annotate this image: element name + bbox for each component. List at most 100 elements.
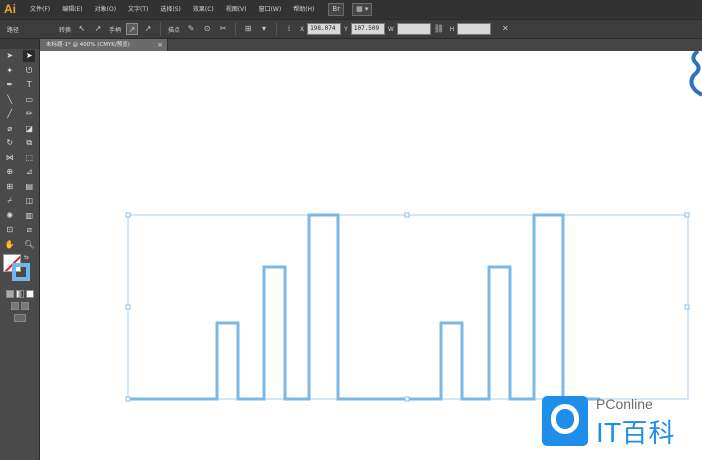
type-tool-icon[interactable]: T xyxy=(23,79,35,91)
column-graph-tool-icon[interactable]: ▥ xyxy=(23,210,35,222)
y-field[interactable]: 107.509 xyxy=(350,23,385,35)
bbox-handle[interactable] xyxy=(684,212,690,218)
slice-tool-icon[interactable]: ⧄ xyxy=(23,224,35,236)
hand-tool-icon[interactable]: ✋ xyxy=(4,239,16,251)
menu-object[interactable]: 对象(O) xyxy=(89,0,122,19)
tools-panel-header[interactable] xyxy=(0,39,39,49)
show-handles-icon[interactable]: ↗ xyxy=(126,23,139,35)
menu-effect[interactable]: 效果(C) xyxy=(187,0,220,19)
app-logo: Ai xyxy=(4,2,16,16)
stroke-swatch[interactable] xyxy=(12,263,30,281)
bbox-handle[interactable] xyxy=(404,396,410,402)
draw-normal-icon[interactable] xyxy=(10,302,19,310)
rectangle-tool-icon[interactable]: ▭ xyxy=(23,94,35,106)
rotate-tool-icon[interactable]: ↻ xyxy=(4,137,16,149)
convert-corner-icon[interactable]: ↖ xyxy=(76,23,88,35)
bounding-box[interactable] xyxy=(127,214,689,400)
tool-row: ╱ ✏ xyxy=(0,107,39,122)
swap-fill-stroke-icon[interactable]: ⇆ xyxy=(24,254,29,261)
constrain-proportions-icon[interactable]: ⛓ xyxy=(433,23,445,35)
fill-stroke-swatches: ⇆ xyxy=(0,252,39,288)
transform-icon[interactable]: ▾ xyxy=(258,23,270,35)
tool-row: ╲ ▭ xyxy=(0,93,39,108)
eyedropper-tool-icon[interactable]: ⌿ xyxy=(4,195,16,207)
menu-help[interactable]: 帮助(H) xyxy=(287,0,320,19)
tool-row: ⊞ ▤ xyxy=(0,180,39,195)
isolate-icon[interactable]: ✕ xyxy=(499,23,511,35)
anchor-point-label: 描点 xyxy=(168,26,181,34)
bridge-button[interactable]: Br xyxy=(328,3,345,16)
watermark-product: IT百科 xyxy=(596,419,676,449)
width-tool-icon[interactable]: ⋈ xyxy=(4,152,16,164)
separator xyxy=(160,22,162,36)
menu-window[interactable]: 窗口(W) xyxy=(253,0,288,19)
cut-path-icon[interactable]: ✂ xyxy=(217,23,229,35)
gradient-mode-icon[interactable] xyxy=(15,290,24,298)
pen-tool-icon[interactable]: ✒ xyxy=(4,79,16,91)
close-tab-icon[interactable]: × xyxy=(157,39,163,51)
y-label: Y xyxy=(344,25,348,33)
x-label: X xyxy=(300,25,305,33)
hide-handles-icon[interactable]: ↗ xyxy=(142,23,154,35)
document-tab-title: 未标题-1* @ 400% (CMYK/预览) xyxy=(46,42,130,48)
tools-panel: ➤ ➤ ✦ ᘎ ✒ T ╲ ▭ ╱ ✏ ⌀ ◪ ↻ ⧉ ⋈ ⬚ ⊕ ⊿ ⊞ ▤ … xyxy=(0,39,40,460)
watermark-brand: PConline xyxy=(596,396,653,412)
handle-label: 手柄 xyxy=(109,26,122,34)
lasso-tool-icon[interactable]: ᘎ xyxy=(23,65,35,77)
scale-tool-icon[interactable]: ⧉ xyxy=(23,137,35,149)
magic-wand-tool-icon[interactable]: ✦ xyxy=(4,65,16,77)
menu-view[interactable]: 视图(V) xyxy=(220,0,253,19)
pconline-watermark: PConline IT百科 xyxy=(542,394,694,450)
color-mode-icon[interactable] xyxy=(5,290,14,298)
line-tool-icon[interactable]: ╲ xyxy=(4,94,16,106)
zoom-tool-icon[interactable]: 🔍︎ xyxy=(23,239,35,251)
bbox-handle[interactable] xyxy=(125,212,131,218)
bbox-handle[interactable] xyxy=(125,304,131,310)
convert-smooth-icon[interactable]: ↗ xyxy=(92,23,104,35)
perspective-grid-tool-icon[interactable]: ⊿ xyxy=(23,166,35,178)
none-mode-icon[interactable] xyxy=(25,290,34,298)
tool-row: ✋ 🔍︎ xyxy=(0,238,39,253)
menu-select[interactable]: 选择(S) xyxy=(154,0,187,19)
mesh-tool-icon[interactable]: ⊞ xyxy=(4,181,16,193)
eraser-tool-icon[interactable]: ◪ xyxy=(23,123,35,135)
bbox-handle[interactable] xyxy=(125,396,131,402)
bar-path-left[interactable] xyxy=(128,213,353,401)
bbox-handle[interactable] xyxy=(684,304,690,310)
draw-behind-icon[interactable] xyxy=(20,302,29,310)
blend-tool-icon[interactable]: ◫ xyxy=(23,195,35,207)
align-icon[interactable]: ⊞ xyxy=(242,23,254,35)
direct-selection-tool-icon[interactable]: ➤ xyxy=(23,50,36,63)
selection-tool-icon[interactable]: ➤ xyxy=(4,50,16,62)
pencil-tool-icon[interactable]: ✏ xyxy=(23,108,35,120)
free-transform-tool-icon[interactable]: ⬚ xyxy=(23,152,35,164)
tool-row: ⋈ ⬚ xyxy=(0,151,39,166)
tool-row: ✒ T xyxy=(0,78,39,93)
document-tab[interactable]: 未标题-1* @ 400% (CMYK/预览) × xyxy=(40,39,168,51)
bbox-handle[interactable] xyxy=(404,212,410,218)
blob-brush-tool-icon[interactable]: ⌀ xyxy=(4,123,16,135)
control-bar: 路径 转换 ↖ ↗ 手柄 ↗ ↗ 描点 ✎ ⊙ ✂ ⊞ ▾ ⁞ X 198.07… xyxy=(0,19,702,39)
symbol-sprayer-tool-icon[interactable]: ✺ xyxy=(4,210,16,222)
remove-anchor-icon[interactable]: ✎ xyxy=(185,23,197,35)
arrange-documents-button[interactable]: ▦ ▾ xyxy=(352,3,373,16)
paintbrush-tool-icon[interactable]: ╱ xyxy=(4,108,16,120)
screen-mode-icon[interactable] xyxy=(13,314,26,322)
h-field[interactable] xyxy=(457,23,492,35)
reference-point-icon[interactable]: ⁞ xyxy=(283,23,295,35)
menu-file[interactable]: 文件(F) xyxy=(24,0,56,19)
h-label: H xyxy=(449,25,455,33)
gradient-tool-icon[interactable]: ▤ xyxy=(23,181,35,193)
menu-edit[interactable]: 编辑(E) xyxy=(56,0,88,19)
screen-mode-row xyxy=(0,312,39,324)
shape-builder-tool-icon[interactable]: ⊕ xyxy=(4,166,16,178)
w-field[interactable] xyxy=(396,23,431,35)
connect-anchor-icon[interactable]: ⊙ xyxy=(201,23,213,35)
menu-type[interactable]: 文字(T) xyxy=(122,0,154,19)
bar-path-right[interactable] xyxy=(353,213,600,401)
x-field[interactable]: 198.074 xyxy=(307,23,342,35)
tool-row: ⌿ ◫ xyxy=(0,194,39,209)
artboard-tool-icon[interactable]: ⊡ xyxy=(4,224,16,236)
convert-label: 转换 xyxy=(59,26,72,34)
tool-row: ⊡ ⧄ xyxy=(0,223,39,238)
